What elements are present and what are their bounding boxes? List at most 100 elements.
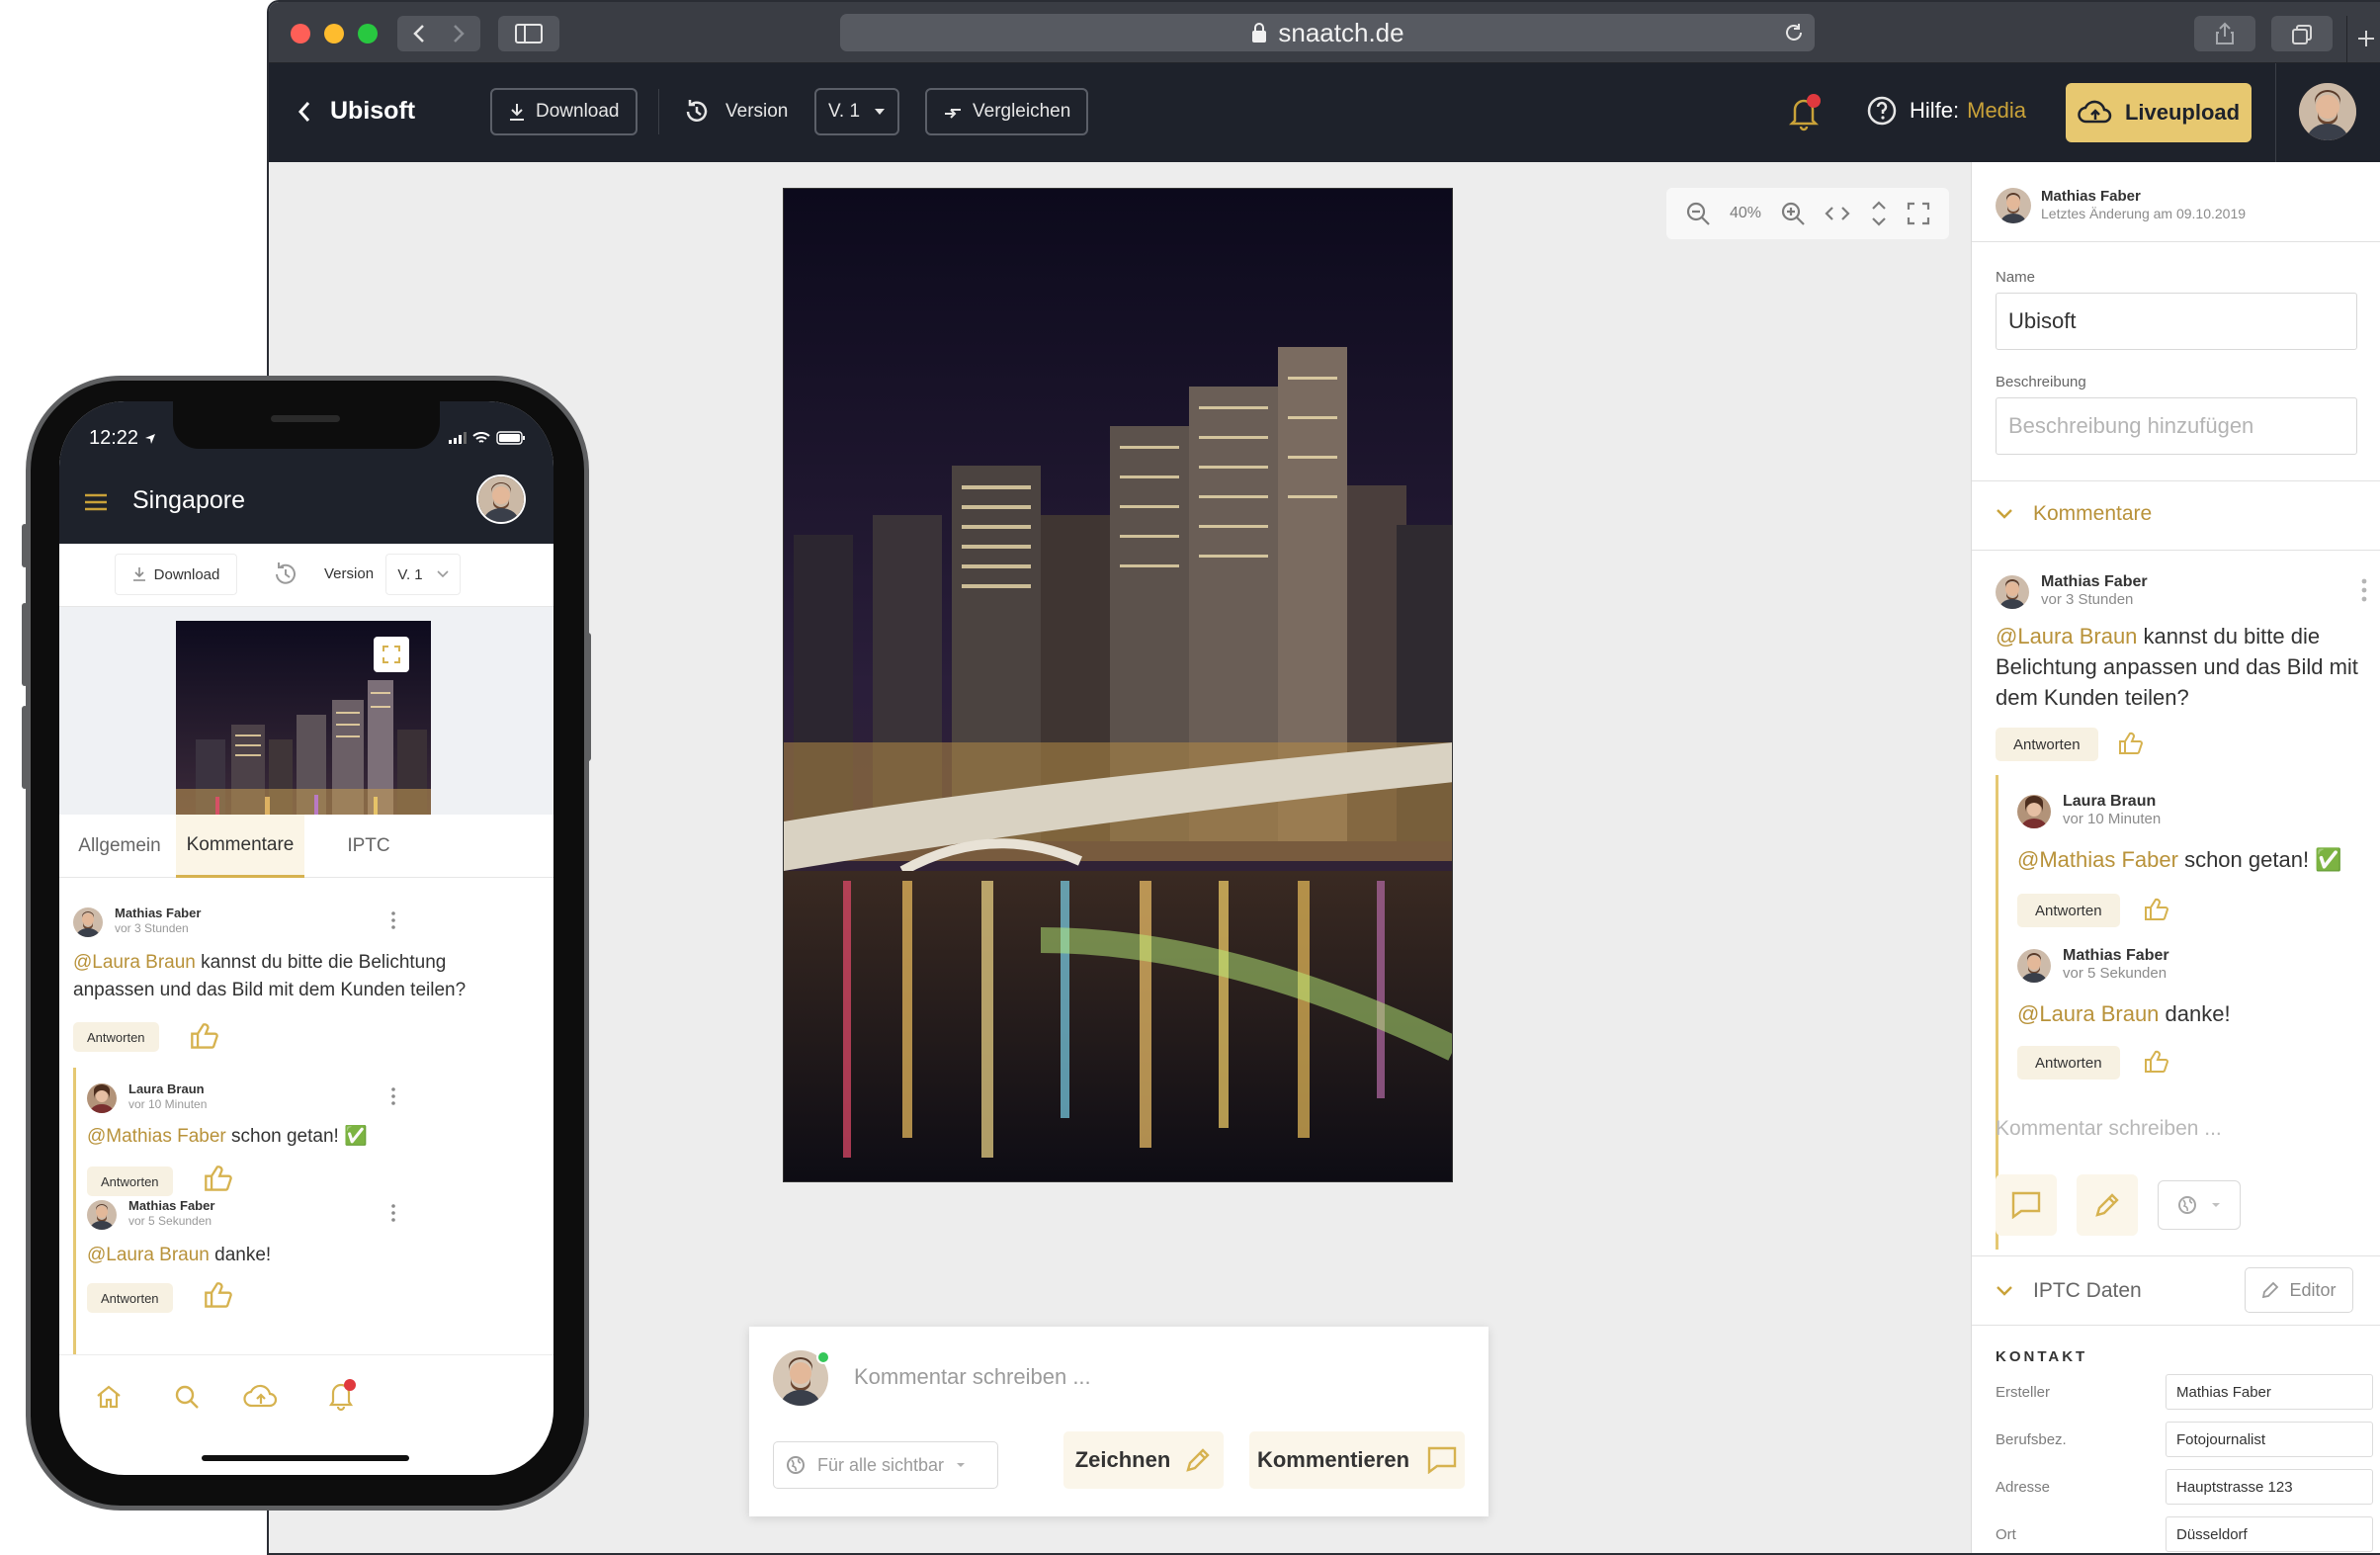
share-button[interactable] — [2194, 16, 2255, 51]
fit-width-icon[interactable] — [1824, 205, 1851, 222]
divider — [1972, 550, 2380, 551]
reply-button[interactable]: Antworten — [87, 1166, 173, 1196]
divider — [1972, 1255, 2380, 1256]
iptc-editor-button[interactable]: Editor — [2245, 1267, 2353, 1313]
reply-button[interactable]: Antworten — [1996, 728, 2098, 761]
visibility-select[interactable]: Für alle sichtbar — [773, 1441, 998, 1489]
app-header: Ubisoft Download Version V. 1 Vergleiche… — [269, 63, 2380, 162]
comment-input[interactable]: Kommentar schreiben ... — [854, 1364, 1091, 1390]
description-field[interactable]: Beschreibung hinzufügen — [1996, 397, 2357, 455]
version-history-button[interactable]: Version — [682, 97, 788, 127]
zoom-in-icon[interactable] — [1780, 201, 1806, 226]
chevron-right-icon[interactable] — [447, 22, 468, 45]
globe-icon — [786, 1455, 806, 1475]
comments-section-toggle[interactable]: Kommentare — [1996, 502, 2152, 526]
more-options-icon[interactable] — [391, 911, 395, 929]
tabs-icon — [2291, 24, 2313, 45]
phone-download-button[interactable]: Download — [115, 554, 237, 595]
notifications-button[interactable] — [1787, 93, 1821, 132]
thumbs-up-icon[interactable] — [204, 1281, 233, 1309]
minimize-window-button[interactable] — [324, 24, 344, 43]
iptc-section-toggle[interactable]: IPTC Daten — [1996, 1279, 2142, 1303]
phone-version-select[interactable]: V. 1 — [385, 554, 461, 595]
commenter-avatar — [1996, 575, 2029, 609]
bell-icon[interactable] — [326, 1378, 356, 1412]
thumbs-up-icon[interactable] — [190, 1022, 219, 1050]
tab-allgemein[interactable]: Allgemein — [59, 815, 180, 878]
user-avatar[interactable] — [2299, 83, 2356, 140]
draw-mode-button[interactable] — [2077, 1174, 2138, 1236]
reply-button[interactable]: Antworten — [2017, 1046, 2120, 1080]
home-icon[interactable] — [95, 1384, 123, 1410]
thumbs-up-icon[interactable] — [2144, 1050, 2169, 1074]
chevron-left-icon[interactable] — [409, 22, 431, 45]
new-tab-button[interactable] — [2346, 16, 2380, 63]
download-button[interactable]: Download — [490, 88, 638, 135]
submit-comment-button[interactable]: Kommentieren — [1249, 1431, 1465, 1489]
maximize-window-button[interactable] — [358, 24, 378, 43]
more-options-icon[interactable] — [391, 1087, 395, 1105]
reply-button[interactable]: Antworten — [73, 1022, 159, 1052]
comment-user: Mathias Faber — [128, 1198, 215, 1213]
details-panel: Mathias Faber Letztes Änderung am 09.10.… — [1971, 162, 2380, 1553]
compare-button[interactable]: Vergleichen — [925, 88, 1089, 135]
kontakt-heading: KONTAKT — [1996, 1348, 2088, 1365]
comment-mode-button[interactable] — [1996, 1174, 2057, 1236]
version-select[interactable]: V. 1 — [814, 88, 900, 135]
mention[interactable]: @Laura Braun — [1996, 624, 2137, 648]
more-options-icon[interactable] — [391, 1204, 395, 1222]
reply-button[interactable]: Antworten — [87, 1283, 173, 1313]
iptc-field-value[interactable]: Düsseldorf — [2166, 1516, 2373, 1552]
phone-download-label: Download — [153, 565, 220, 583]
mention[interactable]: @Laura Braun — [87, 1245, 210, 1265]
iptc-field-value[interactable]: Mathias Faber — [2166, 1374, 2373, 1410]
history-icon[interactable] — [271, 560, 300, 589]
liveupload-button[interactable]: Liveupload — [2066, 83, 2252, 142]
thumbs-up-icon[interactable] — [204, 1165, 233, 1192]
fit-height-icon[interactable] — [1870, 200, 1888, 227]
project-title: Ubisoft — [330, 97, 416, 125]
reply-button[interactable]: Antworten — [2017, 894, 2120, 927]
mention[interactable]: @Mathias Faber — [87, 1126, 226, 1147]
cloud-upload-icon[interactable] — [243, 1384, 279, 1410]
pencil-icon — [2093, 1191, 2121, 1219]
status-time-text: 12:22 — [89, 427, 139, 449]
menu-icon[interactable] — [83, 492, 109, 512]
close-window-button[interactable] — [291, 24, 310, 43]
name-field[interactable]: Ubisoft — [1996, 293, 2357, 350]
more-options-icon[interactable] — [2361, 577, 2367, 603]
mention[interactable]: @Mathias Faber — [2017, 847, 2178, 872]
comment-time: vor 5 Sekunden — [2063, 965, 2168, 982]
tabs-button[interactable] — [2271, 16, 2333, 51]
divider — [2275, 63, 2276, 162]
search-icon[interactable] — [174, 1384, 200, 1410]
reply-label: Antworten — [73, 1022, 159, 1052]
phone-user-avatar[interactable] — [476, 475, 526, 524]
comment-user: Mathias Faber — [115, 906, 202, 920]
mention[interactable]: @Laura Braun — [2017, 1001, 2159, 1026]
phone-side-button — [585, 633, 591, 761]
comment-time: vor 5 Sekunden — [128, 1214, 212, 1228]
address-bar[interactable]: snaatch.de — [840, 14, 1815, 51]
fullscreen-icon — [382, 646, 400, 663]
thumbs-up-icon[interactable] — [2118, 732, 2144, 755]
thumbs-up-icon[interactable] — [2144, 898, 2169, 921]
zoom-out-icon[interactable] — [1685, 201, 1711, 226]
comment-text: @Laura Braun kannst du bitte die Belicht… — [1996, 621, 2371, 713]
reload-icon[interactable] — [1783, 22, 1805, 43]
phone-fullscreen-button[interactable] — [374, 637, 409, 672]
sidebar-toggle-button[interactable] — [498, 16, 559, 51]
tab-kommentare[interactable]: Kommentare — [176, 815, 304, 878]
fullscreen-icon[interactable] — [1907, 202, 1930, 225]
preview-image[interactable] — [783, 188, 1453, 1182]
visibility-select[interactable] — [2158, 1180, 2241, 1230]
draw-button[interactable]: Zeichnen — [1063, 1431, 1224, 1489]
iptc-field-value[interactable]: Fotojournalist — [2166, 1422, 2373, 1457]
history-icon — [682, 97, 712, 127]
back-link[interactable]: Ubisoft — [297, 97, 415, 126]
panel-comment-input[interactable]: Kommentar schreiben ... — [1996, 1117, 2222, 1141]
iptc-field-value[interactable]: Hauptstrasse 123 — [2166, 1469, 2373, 1505]
tab-iptc[interactable]: IPTC — [304, 815, 433, 878]
mention[interactable]: @Laura Braun — [73, 952, 196, 973]
help-link[interactable]: Hilfe: Media — [1866, 95, 2026, 127]
